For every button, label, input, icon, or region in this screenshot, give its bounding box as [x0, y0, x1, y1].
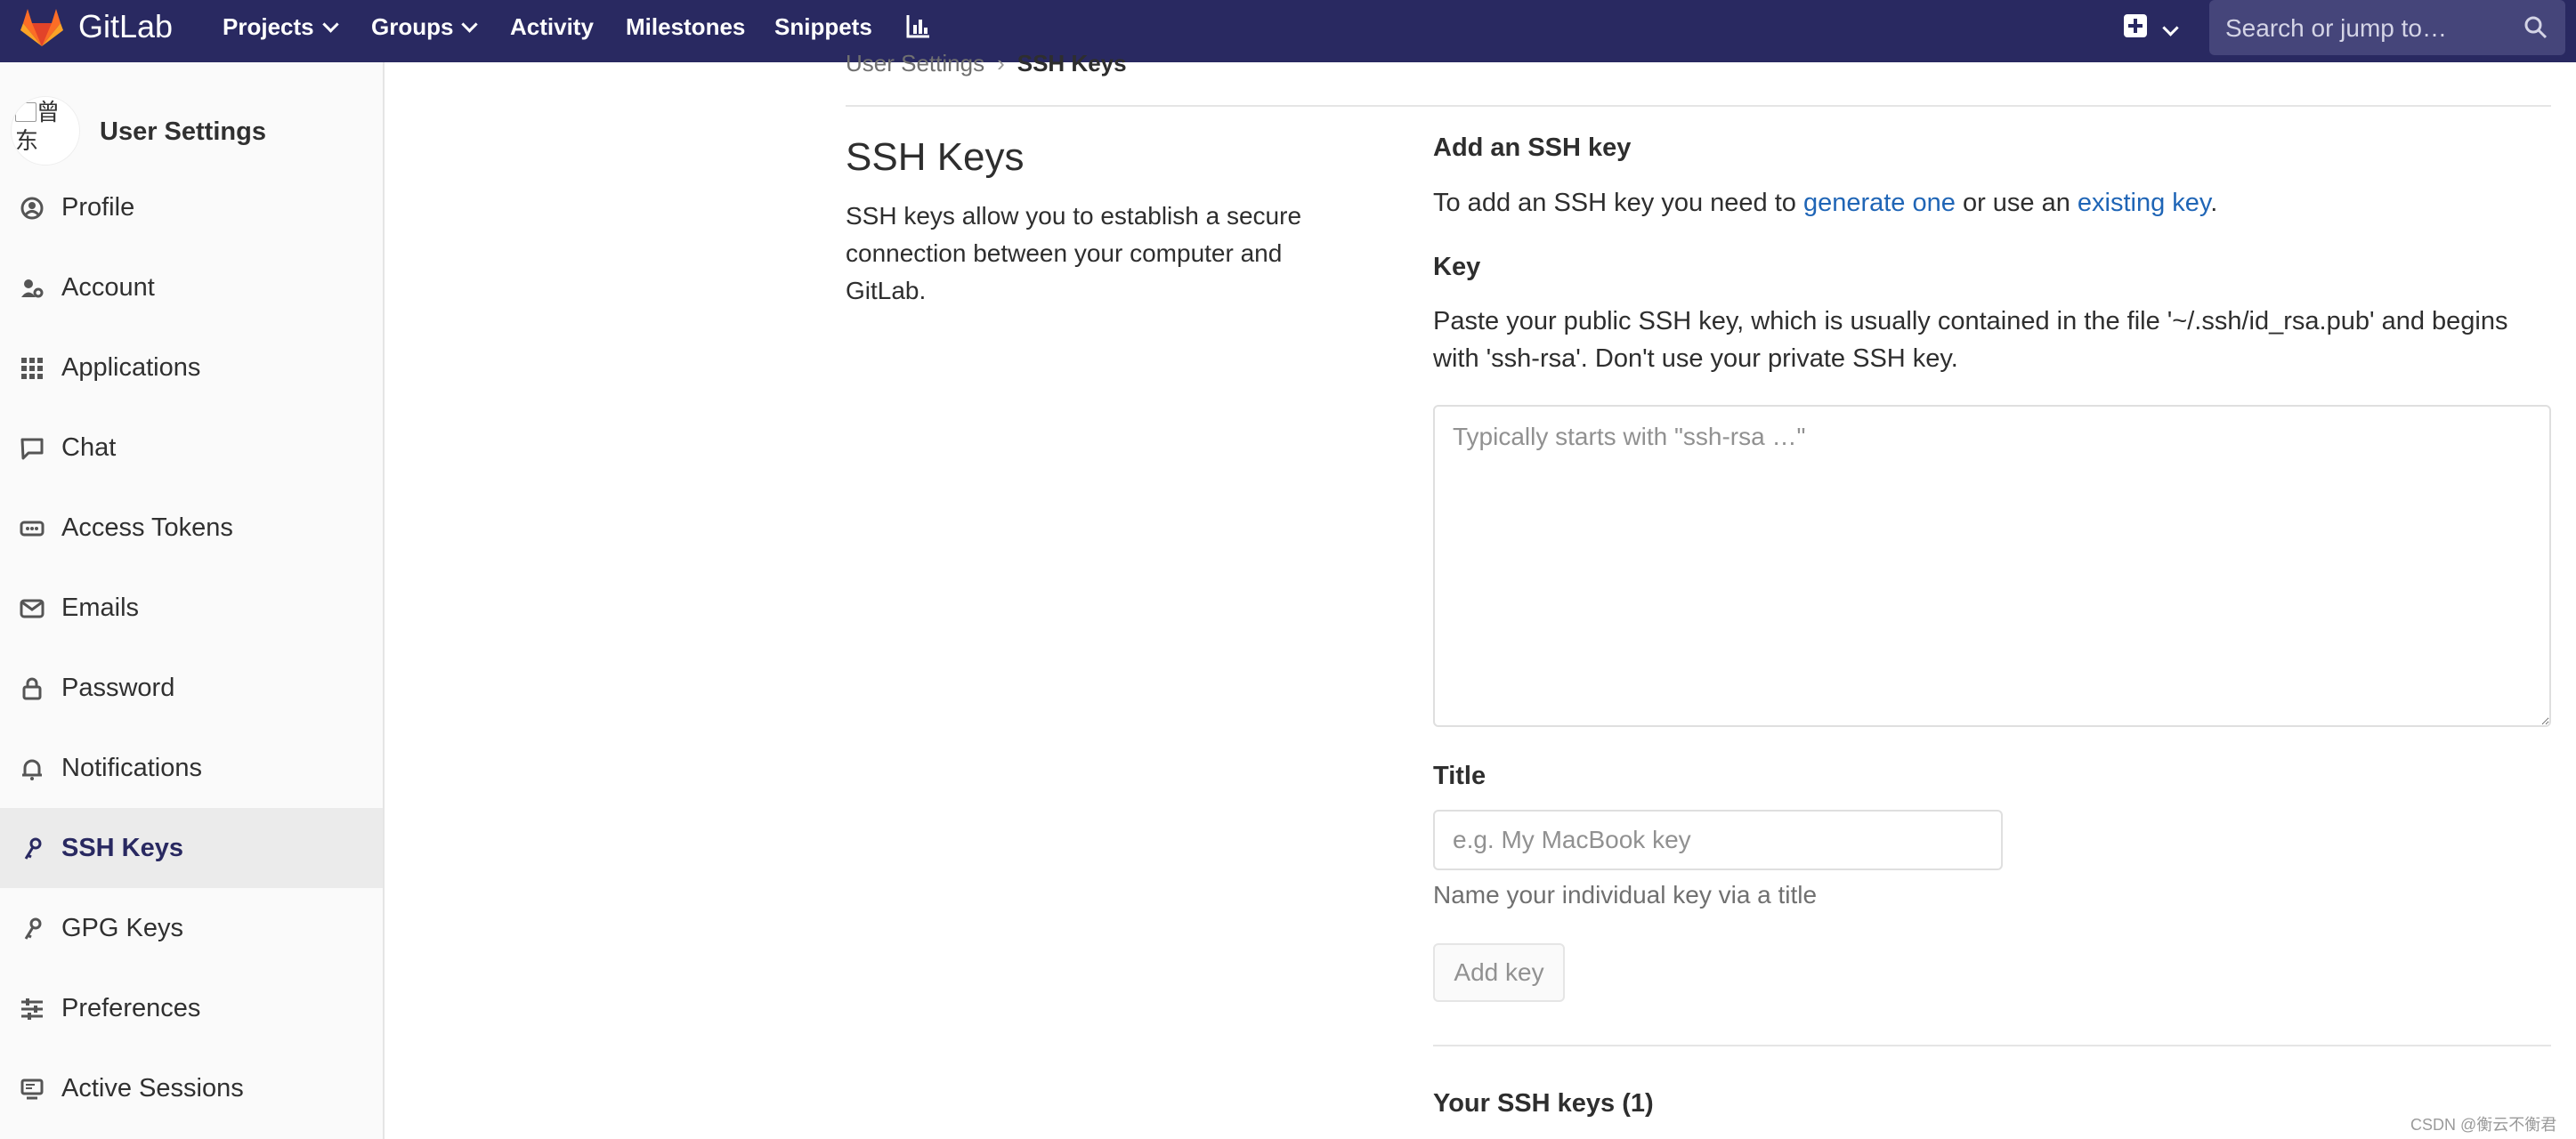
sidebar-title: User Settings	[100, 117, 266, 146]
settings-sidebar: 曾 东 User Settings Profile Account Applic…	[0, 62, 385, 1139]
profile-icon	[20, 197, 44, 220]
sidebar-item-label: SSH Keys	[61, 834, 184, 862]
sidebar-item-preferences[interactable]: Preferences	[0, 968, 383, 1048]
lock-icon	[22, 677, 42, 700]
sidebar-item-ssh-keys[interactable]: SSH Keys	[0, 808, 383, 888]
key-icon	[24, 917, 42, 940]
add-text-part1: To add an SSH key you need to	[1433, 189, 1803, 217]
nav-groups-label: Groups	[371, 13, 454, 40]
page-title: SSH Keys	[846, 135, 1025, 179]
chevron-down-icon	[321, 16, 339, 33]
sidebar-item-label: Notifications	[61, 754, 202, 782]
sidebar-item-label: Account	[61, 273, 155, 302]
top-navbar: GitLab Projects Groups Activity Mileston…	[0, 0, 2576, 62]
add-text-part2: or use an	[1955, 189, 2078, 217]
nav-groups[interactable]: Groups	[371, 12, 479, 41]
sidebar-item-gpg-keys[interactable]: GPG Keys	[0, 888, 383, 968]
breadcrumb: User Settings › SSH Keys	[846, 50, 1127, 77]
sidebar-item-chat[interactable]: Chat	[0, 408, 383, 488]
sidebar-item-password[interactable]: Password	[0, 648, 383, 728]
sidebar-item-label: Profile	[61, 193, 135, 222]
your-ssh-keys-heading: Your SSH keys (1)	[1433, 1089, 1654, 1118]
sidebar-item-account[interactable]: Account	[0, 247, 383, 327]
add-key-button[interactable]: Add key	[1433, 943, 1565, 1002]
avatar-alt-text-2: 东	[15, 127, 39, 154]
divider	[846, 105, 2551, 107]
sidebar-item-profile[interactable]: Profile	[0, 167, 383, 247]
chevron-down-icon	[461, 16, 479, 33]
avatar[interactable]: 曾 东	[11, 96, 80, 166]
sidebar-item-active-sessions[interactable]: Active Sessions	[0, 1048, 383, 1128]
sidebar-item-label: Preferences	[61, 994, 201, 1022]
sidebar-item-label: Chat	[61, 433, 117, 462]
title-help-text: Name your individual key via a title	[1433, 881, 1818, 909]
new-dropdown[interactable]	[2154, 16, 2179, 44]
watermark: CSDN @衡云不衡君	[2410, 1116, 2557, 1134]
sidebar-item-applications[interactable]: Applications	[0, 327, 383, 408]
token-icon	[20, 521, 45, 537]
nav-milestones[interactable]: Milestones	[626, 12, 745, 41]
nav-snippets[interactable]: Snippets	[774, 12, 872, 41]
chat-icon	[20, 438, 44, 460]
title-label: Title	[1433, 762, 1486, 790]
key-icon	[24, 837, 42, 860]
divider	[1433, 1045, 2551, 1046]
add-ssh-key-heading: Add an SSH key	[1433, 133, 1632, 162]
mail-icon	[20, 599, 45, 618]
monitor-icon	[20, 1078, 44, 1100]
search-input[interactable]	[2224, 12, 2512, 44]
gitlab-brand[interactable]: GitLab	[78, 9, 173, 44]
breadcrumb-current[interactable]: SSH Keys	[1017, 50, 1127, 77]
generate-one-link[interactable]: generate one	[1803, 189, 1956, 217]
sidebar-item-label: Applications	[61, 353, 201, 382]
sidebar-item-label: Emails	[61, 594, 140, 622]
chevron-right-icon: ›	[997, 50, 1005, 77]
nav-activity[interactable]: Activity	[510, 12, 594, 41]
sidebar-header[interactable]: 曾 东 User Settings	[0, 80, 383, 166]
preferences-icon	[21, 998, 43, 1020]
search-icon[interactable]	[2523, 14, 2549, 41]
sidebar-item-label: Access Tokens	[61, 513, 233, 542]
sidebar-item-label: GPG Keys	[61, 914, 183, 942]
key-label: Key	[1433, 253, 1481, 281]
page-description: SSH keys allow you to establish a secure…	[846, 202, 1302, 304]
gitlab-logo[interactable]	[18, 4, 66, 52]
applications-icon	[21, 358, 43, 379]
existing-key-link[interactable]: existing key	[2078, 189, 2210, 217]
chart-icon[interactable]	[905, 12, 932, 39]
nav-projects[interactable]: Projects	[223, 12, 339, 41]
broken-image-icon	[15, 102, 36, 122]
nav-projects-label: Projects	[223, 13, 314, 40]
add-text-part3: .	[2210, 189, 2218, 217]
add-ssh-key-text: To add an SSH key you need to generate o…	[1433, 185, 2217, 221]
key-textarea[interactable]	[1433, 405, 2551, 727]
chevron-down-icon	[2162, 20, 2179, 36]
sidebar-item-access-tokens[interactable]: Access Tokens	[0, 488, 383, 568]
sidebar-item-notifications[interactable]: Notifications	[0, 728, 383, 808]
sidebar-item-label: Password	[61, 674, 175, 702]
breadcrumb-parent[interactable]: User Settings	[846, 50, 984, 77]
sidebar-item-emails[interactable]: Emails	[0, 568, 383, 648]
account-icon	[21, 279, 44, 298]
bell-icon	[22, 759, 42, 780]
search-box[interactable]	[2209, 0, 2565, 55]
avatar-alt-text: 曾	[36, 99, 61, 125]
key-help-text: Paste your public SSH key, which is usua…	[1433, 307, 2508, 373]
sidebar-item-label: Active Sessions	[61, 1074, 244, 1103]
plus-square-icon[interactable]	[2124, 14, 2147, 37]
title-input[interactable]	[1433, 810, 2003, 870]
